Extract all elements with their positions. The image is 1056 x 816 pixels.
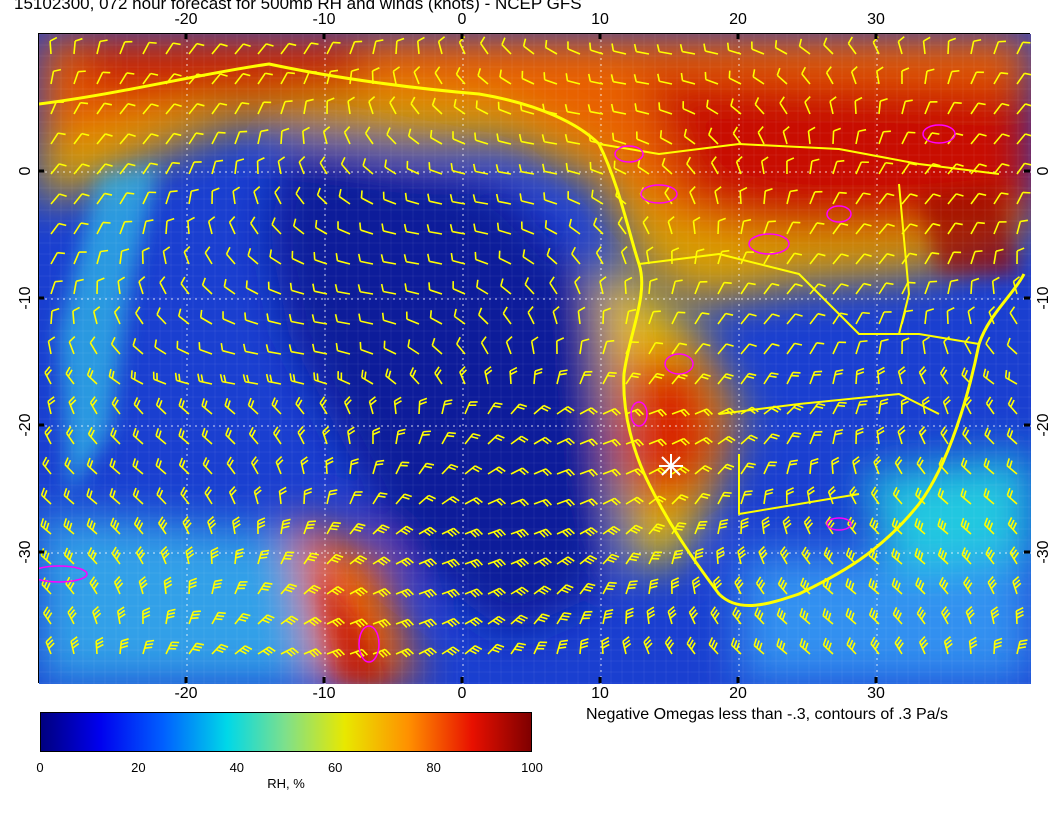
lat-tick-label-left: -20 (17, 413, 34, 436)
colorbar-tick-label: 100 (521, 760, 543, 775)
lon-tick-label-bottom: -10 (312, 685, 335, 702)
colorbar-title: RH, % (267, 776, 305, 791)
rh-map (39, 34, 1031, 684)
colorbar-tick-label: 80 (426, 760, 441, 775)
lon-tick-label-bottom: 30 (867, 685, 885, 702)
colorbar-tick-label: 0 (36, 760, 44, 775)
lon-tick-label-bottom: 20 (729, 685, 747, 702)
omega-note: Negative Omegas less than -.3, contours … (586, 706, 948, 723)
colorbar-tick-label: 20 (131, 760, 146, 775)
lon-tick-label-bottom: 0 (458, 685, 467, 702)
lat-tick-label-right: 0 (1035, 166, 1052, 175)
lon-tick-label-top: 30 (867, 11, 885, 28)
colorbar-tick-label: 40 (229, 760, 245, 775)
lat-tick-label-left: -10 (17, 286, 34, 309)
lon-tick-label-bottom: 10 (591, 685, 609, 702)
lat-tick-label-right: -30 (1035, 540, 1052, 563)
lon-tick-label-top: 10 (591, 11, 609, 28)
lat-tick-label-right: -20 (1035, 413, 1052, 436)
lat-tick-label-left: 0 (17, 166, 34, 175)
rh-colorbar (40, 712, 532, 752)
lat-tick-label-left: -30 (17, 540, 34, 563)
map-panel[interactable] (38, 33, 1031, 684)
location-marker (659, 454, 683, 478)
rh-field (39, 34, 1031, 684)
map-title: 15102300, 072 hour forecast for 500mb RH… (14, 0, 582, 13)
lat-tick-label-right: -10 (1035, 286, 1052, 309)
lon-tick-label-bottom: -20 (174, 685, 197, 702)
colorbar-tick-label: 60 (327, 760, 343, 775)
lon-tick-label-top: 20 (729, 11, 747, 28)
